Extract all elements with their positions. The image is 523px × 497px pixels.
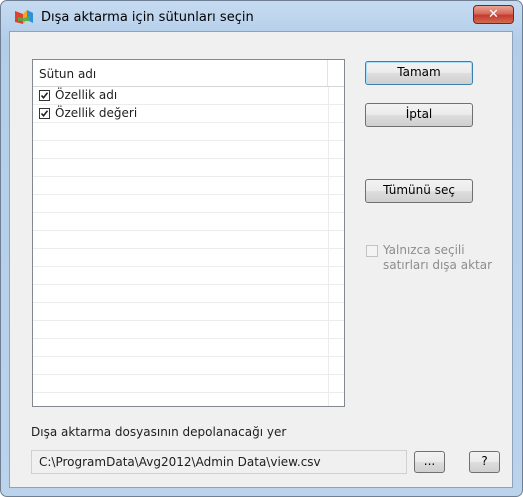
export-columns-dialog: Dışa aktarma için sütunları seçin ✕ Sütu… [0, 0, 523, 497]
empty-list-row [33, 303, 344, 321]
empty-list-row [33, 285, 344, 303]
column-divider [328, 393, 329, 406]
empty-list-row [33, 339, 344, 357]
empty-list-row [33, 141, 344, 159]
empty-list-row [33, 375, 344, 393]
column-divider [328, 141, 329, 159]
list-item-label: Özellik değeri [55, 106, 138, 120]
column-divider [328, 249, 329, 267]
column-divider [328, 339, 329, 357]
list-item[interactable]: Özellik değeri [33, 105, 344, 123]
column-divider [328, 375, 329, 393]
help-button[interactable]: ? [469, 451, 500, 473]
window-title: Dışa aktarma için sütunları seçin [41, 10, 254, 25]
column-divider [328, 357, 329, 375]
column-divider [328, 177, 329, 195]
empty-list-row [33, 267, 344, 285]
ok-button[interactable]: Tamam [365, 61, 473, 85]
list-rows: Özellik adı Özellik değeri [33, 87, 344, 406]
select-all-button[interactable]: Tümünü seç [365, 179, 473, 203]
close-button[interactable]: ✕ [473, 5, 514, 24]
empty-list-row [33, 195, 344, 213]
list-item-label: Özellik adı [55, 88, 118, 102]
column-divider [328, 105, 329, 123]
list-item[interactable]: Özellik adı [33, 87, 344, 105]
empty-list-row [33, 393, 344, 406]
column-divider [328, 285, 329, 303]
empty-list-row [33, 231, 344, 249]
export-path-field[interactable]: C:\ProgramData\Avg2012\Admin Data\view.c… [31, 450, 407, 474]
dialog-body: Sütun adı Özellik adı Özellik değeri Tam… [9, 31, 513, 488]
column-divider [328, 267, 329, 285]
cancel-button[interactable]: İptal [365, 103, 473, 127]
close-icon: ✕ [488, 7, 499, 22]
column-divider [328, 303, 329, 321]
empty-list-row [33, 177, 344, 195]
columns-list[interactable]: Sütun adı Özellik adı Özellik değeri [32, 59, 345, 407]
column-checkbox[interactable] [39, 108, 50, 119]
title-bar[interactable]: Dışa aktarma için sütunları seçin ✕ [1, 1, 522, 29]
empty-list-row [33, 249, 344, 267]
column-divider [328, 159, 329, 177]
selected-rows-only-label: Yalnızca seçili satırları dışa aktar [383, 243, 493, 272]
empty-list-row [33, 159, 344, 177]
column-divider [328, 195, 329, 213]
export-path-caption: Dışa aktarma dosyasının depolanacağı yer [31, 425, 287, 439]
list-header: Sütun adı [33, 60, 344, 87]
browse-button[interactable]: ... [414, 451, 445, 473]
empty-list-row [33, 357, 344, 375]
column-divider [328, 321, 329, 339]
column-divider [328, 87, 329, 105]
empty-list-row [33, 123, 344, 141]
empty-list-row [33, 213, 344, 231]
column-divider [328, 123, 329, 141]
column-header-name[interactable]: Sütun adı [33, 60, 328, 86]
column-checkbox[interactable] [39, 90, 50, 101]
empty-list-row [33, 321, 344, 339]
selected-rows-only-checkbox[interactable] [366, 245, 378, 257]
column-divider [328, 231, 329, 249]
column-header-label: Sütun adı [39, 67, 97, 81]
avg-logo-icon [15, 10, 33, 24]
column-divider [328, 213, 329, 231]
